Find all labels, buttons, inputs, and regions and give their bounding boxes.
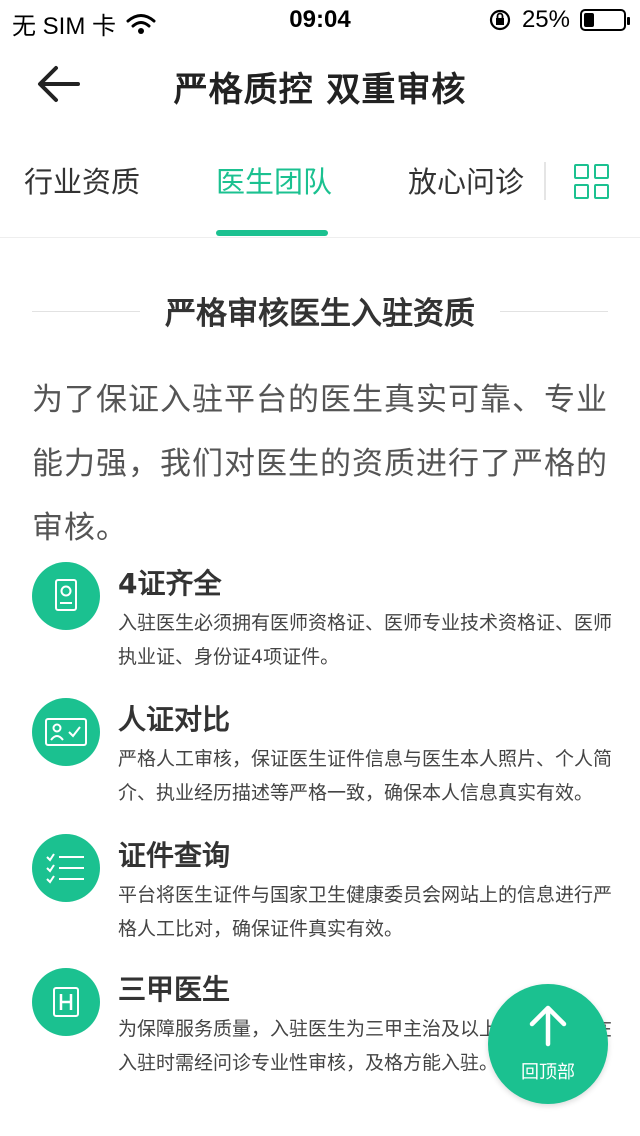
tab-doctor-team[interactable]: 医生团队	[216, 138, 332, 238]
tab-divider	[544, 162, 546, 200]
status-bar: 无 SIM 卡 09:04 25%	[0, 0, 640, 40]
grid-icon	[574, 164, 589, 179]
back-to-top-label: 回顶部	[521, 1062, 575, 1083]
checklist-icon	[32, 834, 100, 902]
nav-bar: 严格质控 双重审核	[0, 40, 640, 128]
feature-item: 4证齐全 入驻医生必须拥有医师资格证、医师专业技术资格证、医师执业证、身份证4项…	[32, 562, 612, 682]
rotation-lock-icon	[489, 9, 511, 31]
feature-title: 人证对比	[118, 703, 231, 736]
tab-industry-qualification[interactable]: 行业资质	[24, 138, 140, 238]
heading-divider-right	[500, 311, 608, 312]
page-title: 严格质控 双重审核	[173, 70, 467, 110]
feature-title: 证件查询	[118, 839, 231, 872]
feature-desc: 平台将医生证件与国家卫生健康委员会网站上的信息进行严格人工比对，确保证件真实有效…	[118, 884, 613, 940]
hospital-icon	[32, 968, 100, 1036]
grid-menu-button[interactable]	[574, 164, 610, 200]
tab-bar: 行业资质 医生团队 放心问诊	[0, 138, 640, 238]
back-to-top-button[interactable]: 回顶部	[488, 984, 608, 1104]
arrow-up-icon	[529, 1005, 567, 1047]
feature-title: 三甲医生	[118, 973, 231, 1006]
battery-fill	[584, 13, 594, 27]
feature-desc: 严格人工审核，保证医生证件信息与医生本人照片、个人简介、执业经历描述等严格一致，…	[118, 748, 613, 804]
battery-icon	[580, 9, 630, 31]
id-verify-icon	[32, 698, 100, 766]
status-right: 25%	[488, 6, 630, 34]
certificate-icon	[32, 562, 100, 630]
feature-title: 4证齐全	[118, 567, 222, 600]
section-heading: 严格审核医生入驻资质	[32, 286, 608, 336]
intro-text: 为了保证入驻平台的医生真实可靠、专业能力强，我们对医生的资质进行了严格的审核。	[32, 382, 608, 546]
active-tab-indicator	[216, 230, 328, 236]
grid-icon	[594, 164, 609, 179]
feature-desc: 入驻医生必须拥有医师资格证、医师专业技术资格证、医师执业证、身份证4项证件。	[118, 612, 613, 668]
feature-item: 人证对比 严格人工审核，保证医生证件信息与医生本人照片、个人简介、执业经历描述等…	[32, 698, 612, 818]
tab-consultation[interactable]: 放心问诊	[408, 138, 524, 238]
grid-icon	[574, 184, 589, 199]
battery-percent: 25%	[521, 6, 570, 33]
feature-item: 证件查询 平台将医生证件与国家卫生健康委员会网站上的信息进行严格人工比对，确保证…	[32, 834, 612, 954]
grid-icon	[594, 184, 609, 199]
